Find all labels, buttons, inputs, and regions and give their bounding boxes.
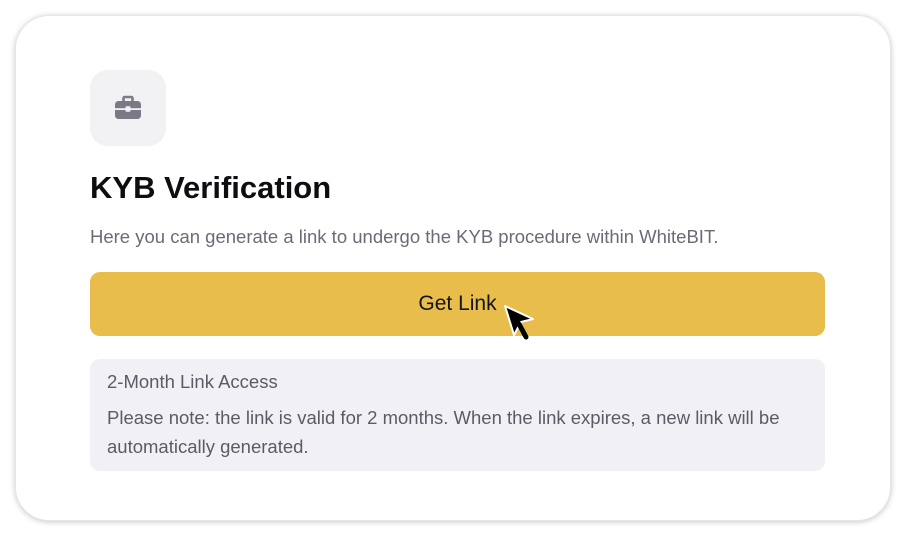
briefcase-icon [115,95,141,119]
notice-body: Please note: the link is valid for 2 mon… [107,407,780,457]
kyb-verification-card: KYB Verification Here you can generate a… [15,15,891,521]
page-description: Here you can generate a link to undergo … [90,226,719,247]
notice-title: 2-Month Link Access [107,371,278,392]
briefcase-icon-tile [90,70,166,146]
get-link-button-label: Get Link [418,292,497,315]
page-title: KYB Verification [90,170,332,205]
link-access-notice: 2-Month Link Access Please note: the lin… [90,359,825,471]
get-link-button[interactable]: Get Link [90,272,825,336]
